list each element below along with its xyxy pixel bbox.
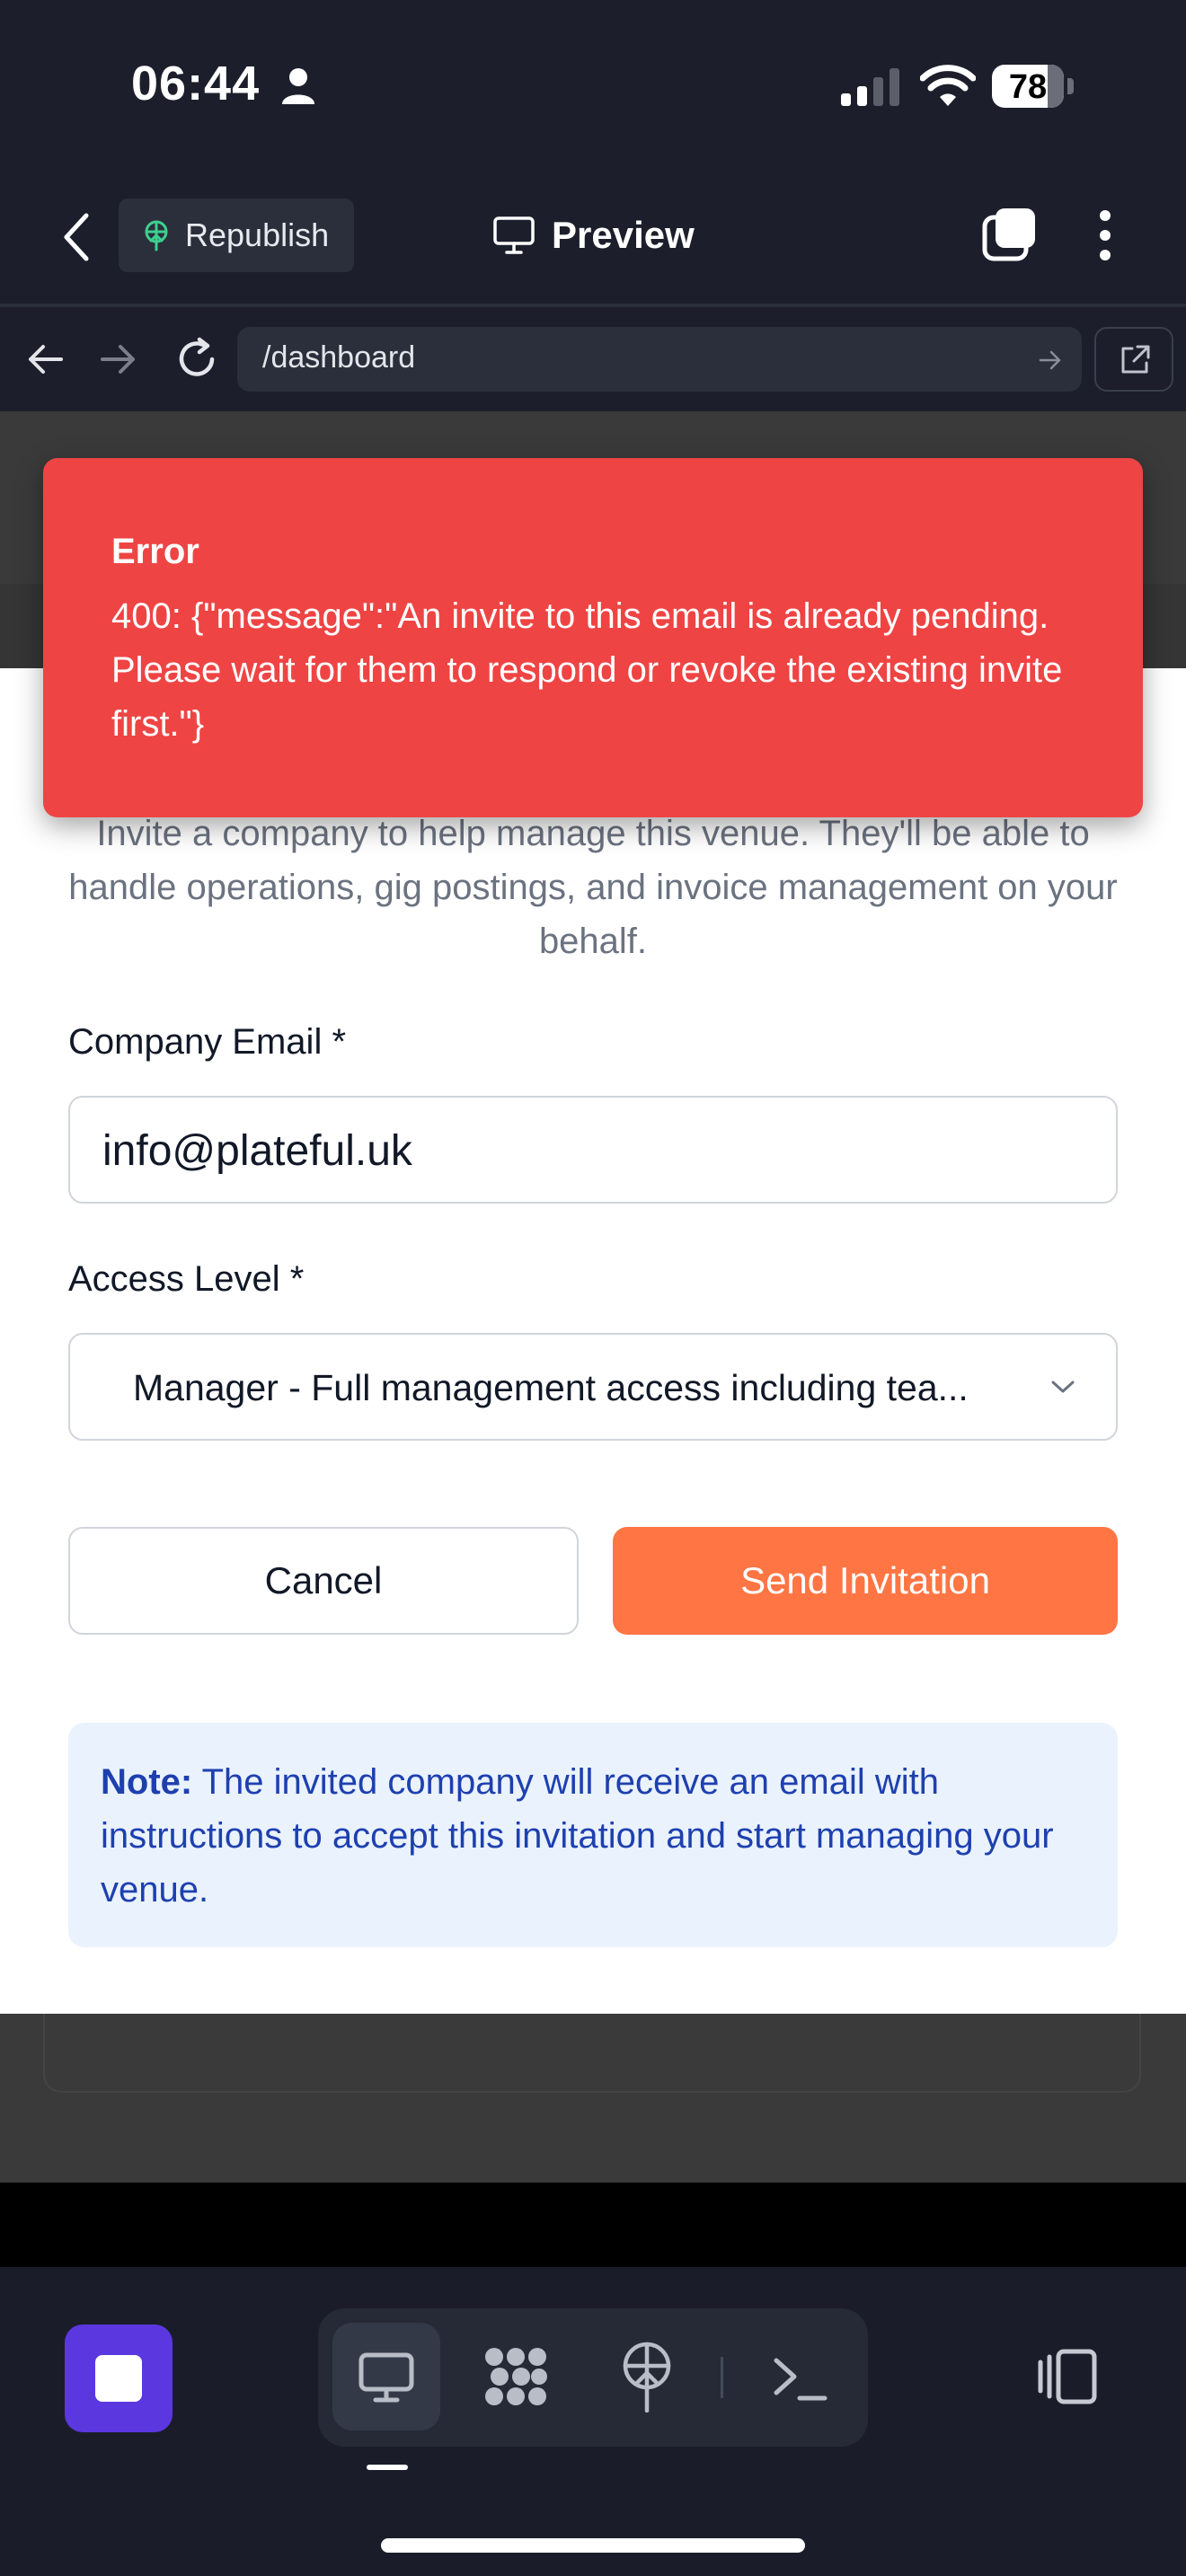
status-time: 06:44 [131, 57, 261, 110]
header-divider [0, 304, 1186, 307]
access-level-value: Manager - Full management access includi… [133, 1367, 969, 1408]
more-icon[interactable] [1087, 208, 1123, 262]
note-box: Note: The invited company will receive a… [68, 1723, 1118, 1947]
cancel-button[interactable]: Cancel [68, 1527, 579, 1635]
open-external-button[interactable] [1094, 327, 1173, 392]
tabs-icon[interactable] [981, 207, 1039, 264]
url-text: /dashboard [262, 340, 416, 375]
access-level-label: Access Level * [68, 1259, 305, 1299]
preview-label: Preview [552, 214, 695, 256]
url-bar[interactable]: /dashboard [237, 327, 1082, 392]
company-email-value: info@plateful.uk [102, 1127, 412, 1175]
note-body: The invited company will receive an emai… [101, 1762, 1054, 1910]
modal-description: Invite a company to help manage this ven… [68, 814, 1118, 961]
company-email-label: Company Email * [68, 1022, 347, 1062]
error-toast[interactable]: Error 400: {"message":"An invite to this… [43, 458, 1143, 817]
note-text: Note: The invited company will receive a… [101, 1755, 1089, 1917]
access-level-select[interactable]: Manager - Full management access includi… [68, 1333, 1118, 1441]
person-icon [282, 68, 314, 104]
reload-icon[interactable] [174, 336, 219, 381]
tool-separator [721, 2357, 723, 2398]
shell-icon[interactable] [771, 2348, 828, 2405]
open-external-icon [1121, 345, 1150, 374]
active-tab-indicator [367, 2465, 408, 2470]
toast-message: 400: {"message":"An invite to this email… [111, 596, 1063, 744]
stop-icon [95, 2355, 142, 2402]
battery-icon: 78 [992, 65, 1075, 108]
home-indicator [381, 2538, 805, 2553]
monitor-icon [493, 216, 535, 254]
chevron-down-icon [1051, 1381, 1075, 1393]
send-invitation-button[interactable]: Send Invitation [613, 1527, 1118, 1635]
wifi-icon [920, 65, 976, 106]
back-chevron-icon[interactable] [59, 212, 95, 262]
apps-icon[interactable] [482, 2344, 550, 2409]
deploy-icon [145, 220, 168, 251]
go-arrow-icon[interactable] [1039, 348, 1062, 372]
republish-button[interactable]: Republish [119, 198, 354, 272]
arrow-left-icon[interactable] [25, 340, 65, 379]
panel-icon[interactable] [1033, 2346, 1102, 2407]
signal-icon [841, 68, 899, 106]
deploy-tool-icon[interactable] [618, 2341, 676, 2413]
preview-button[interactable]: Preview [492, 207, 695, 264]
arrow-right-icon[interactable] [99, 340, 138, 379]
company-email-input[interactable]: info@plateful.uk [68, 1096, 1118, 1204]
toast-title: Error [111, 532, 199, 571]
desktop-icon[interactable] [358, 2348, 415, 2405]
note-label: Note: [101, 1762, 193, 1802]
safe-area-gap [0, 2183, 1186, 2267]
republish-label: Republish [185, 216, 330, 253]
battery-level: 78 [1008, 68, 1048, 106]
stop-button[interactable] [65, 2325, 173, 2432]
